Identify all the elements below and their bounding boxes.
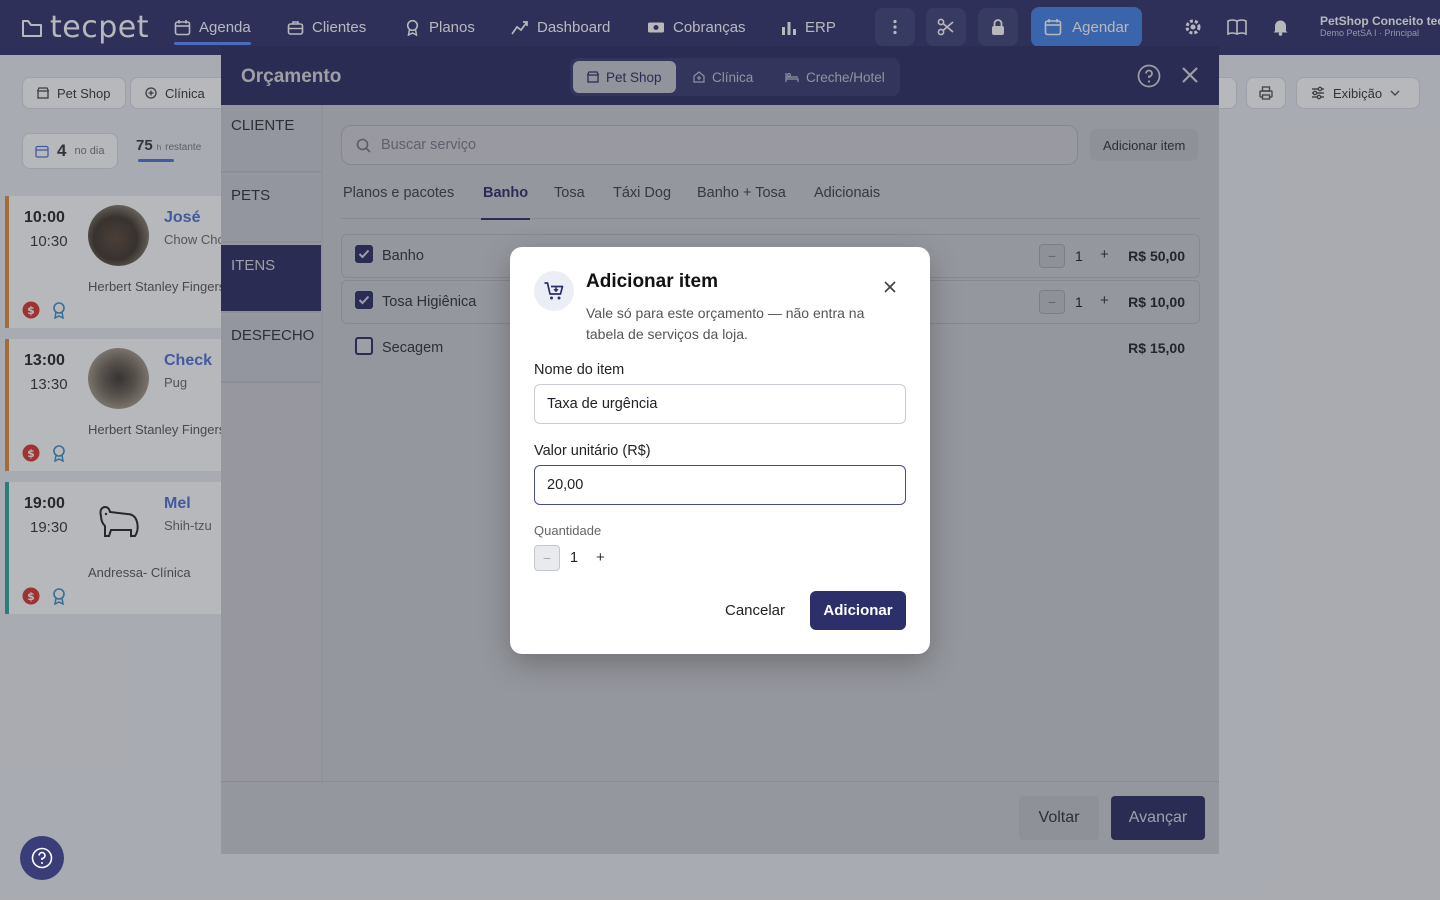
unit-price-label: Valor unitário (R$): [534, 443, 651, 459]
item-name-input[interactable]: [534, 384, 906, 424]
close-icon: [884, 281, 896, 293]
quantity-increment-button[interactable]: +: [596, 549, 605, 566]
cart-add-icon: [544, 282, 564, 300]
help-icon: [31, 847, 53, 869]
cancel-button[interactable]: Cancelar: [714, 591, 796, 629]
modal-close-button[interactable]: [880, 277, 900, 297]
quantity-decrement-button[interactable]: −: [534, 545, 560, 571]
quantity-value: 1: [570, 550, 579, 566]
modal-title: Adicionar item: [586, 271, 718, 292]
add-button[interactable]: Adicionar: [810, 591, 906, 630]
item-name-label: Nome do item: [534, 362, 625, 378]
quantity-label: Quantidade: [534, 523, 602, 538]
add-item-modal: Adicionar item Vale só para este orçamen…: [510, 247, 930, 654]
unit-price-input[interactable]: [534, 465, 906, 505]
help-fab-button[interactable]: [20, 836, 64, 880]
modal-icon-badge: [534, 271, 574, 311]
modal-subtitle: Vale só para este orçamento — não entra …: [586, 305, 865, 342]
